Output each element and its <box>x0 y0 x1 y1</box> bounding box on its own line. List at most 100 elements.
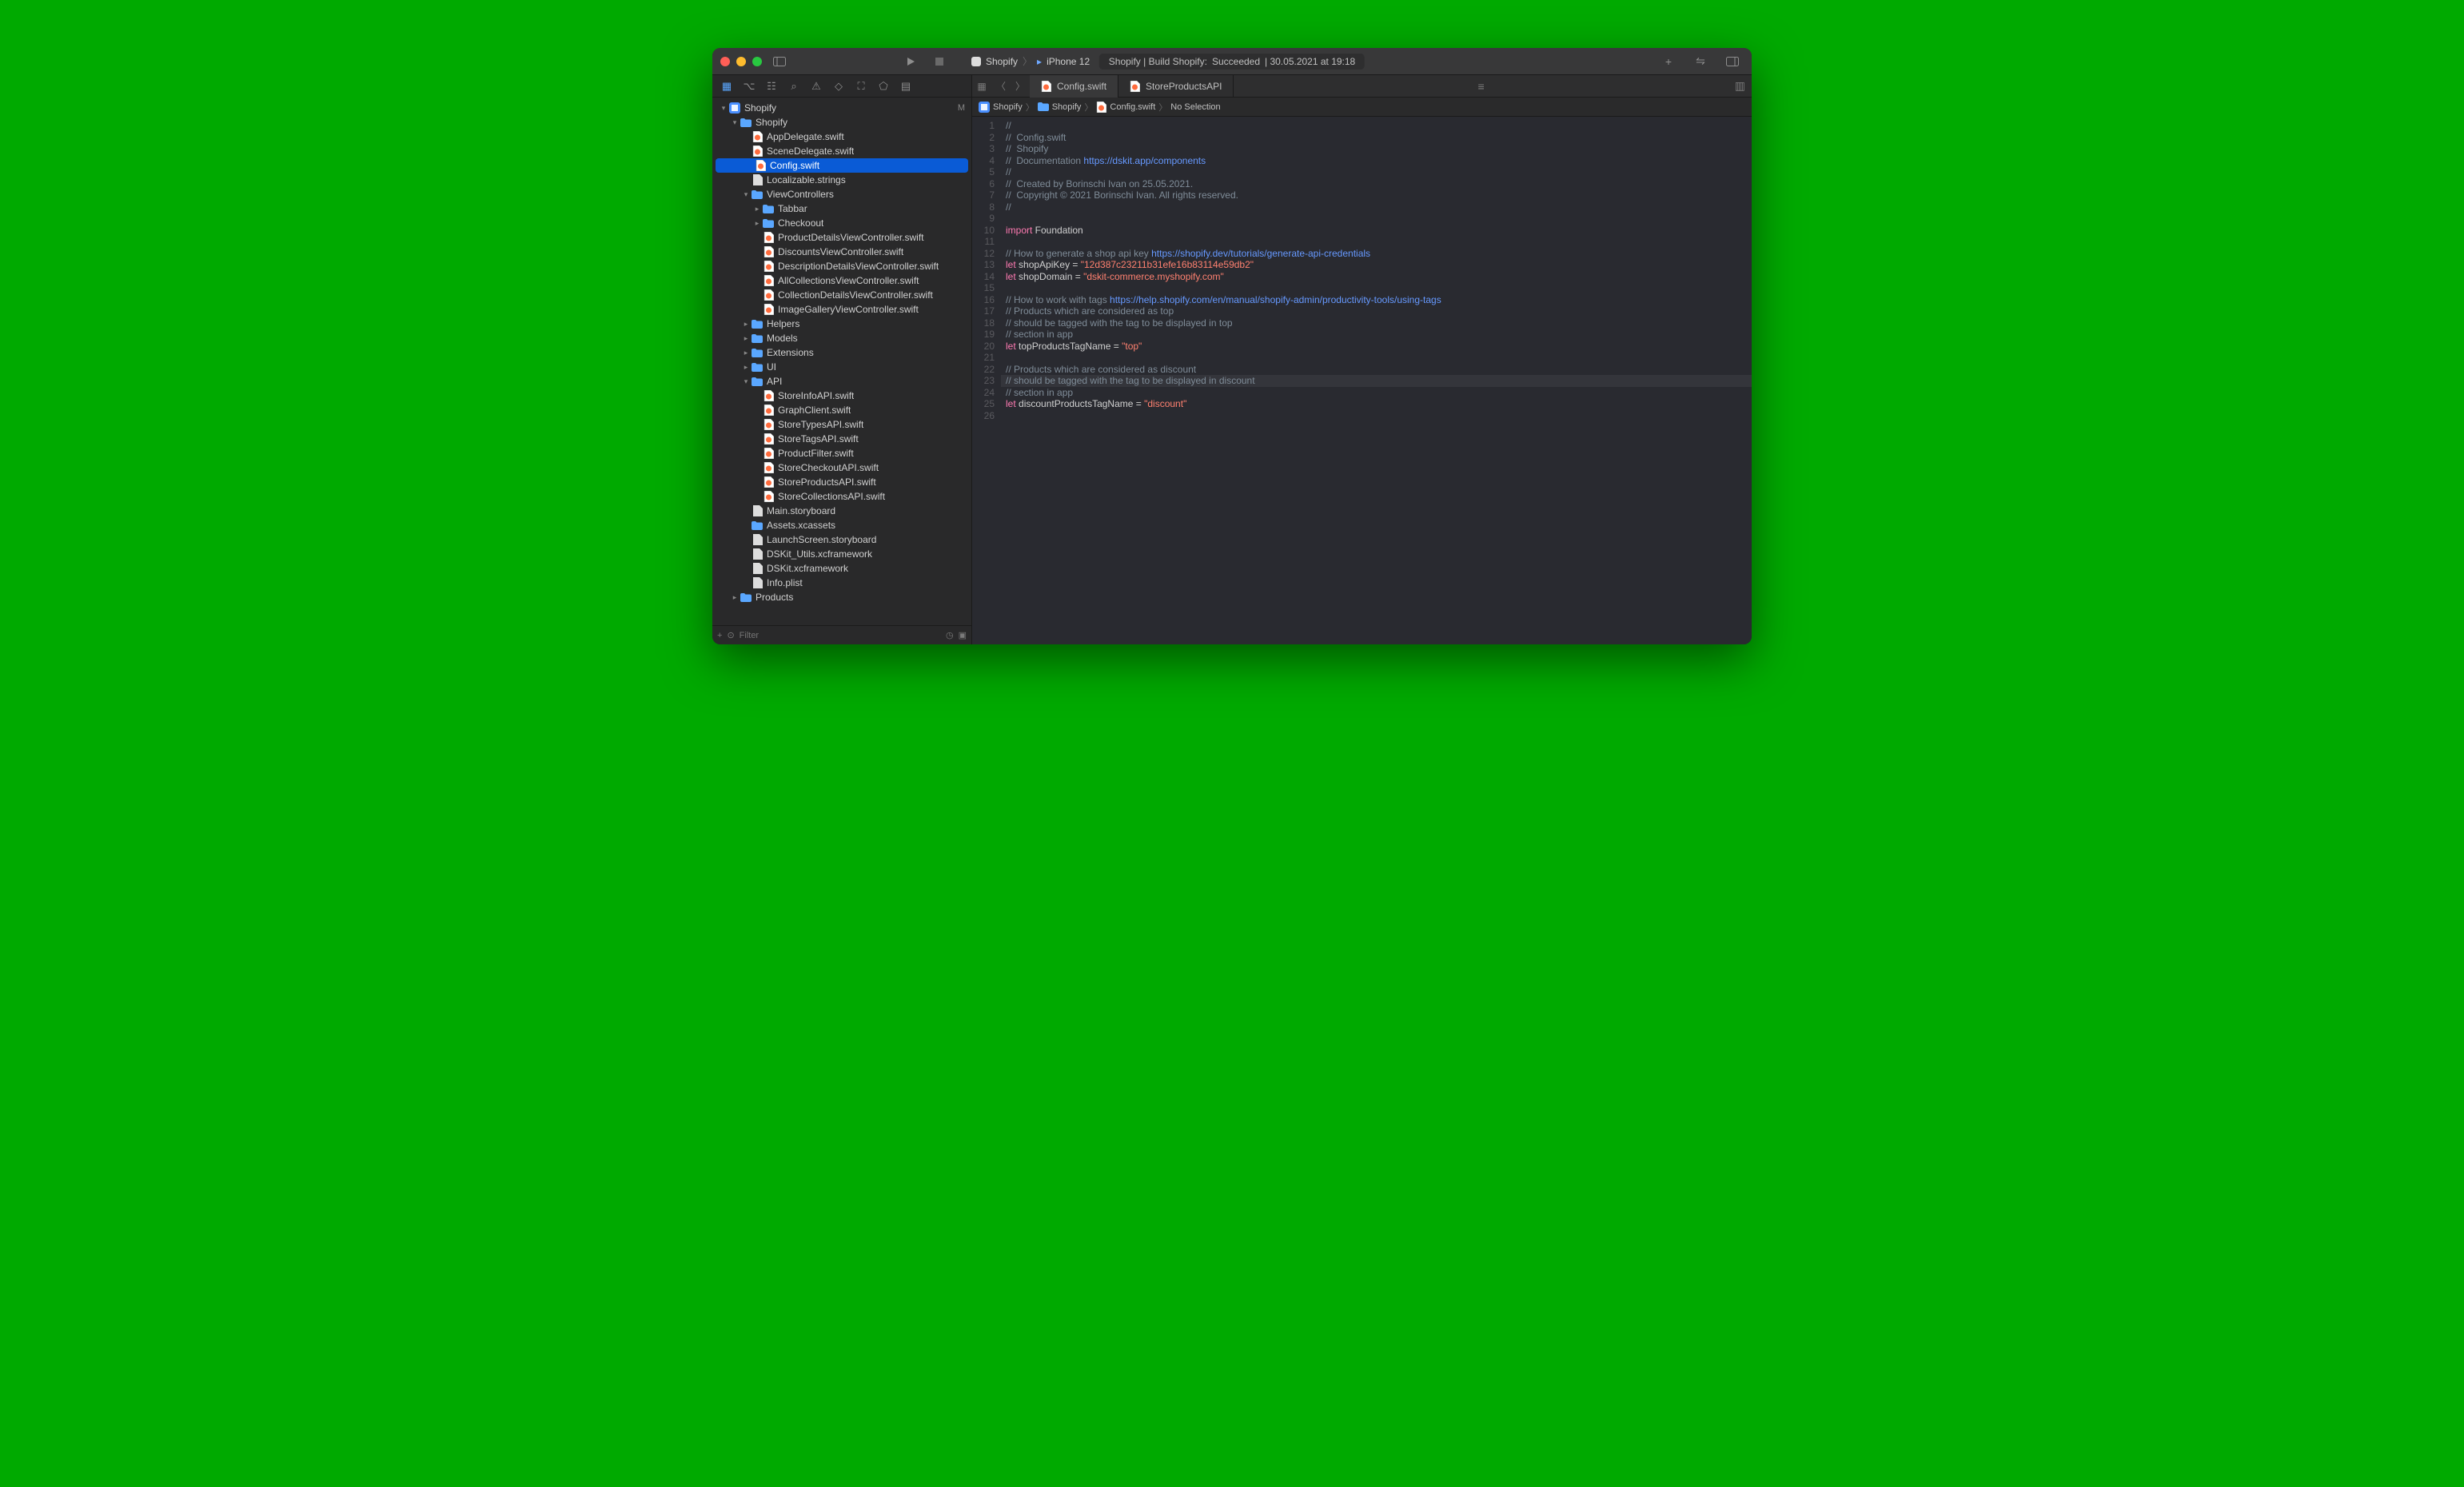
code-line[interactable]: let shopDomain = "dskit-commerce.myshopi… <box>1001 271 1752 283</box>
code-line[interactable]: // <box>1001 166 1752 178</box>
issue-navigator-icon[interactable]: ⚠ <box>810 80 823 93</box>
editor-tab[interactable]: Config.swift <box>1030 75 1118 98</box>
tree-row[interactable]: Main.storyboard <box>712 504 971 518</box>
code-review-icon[interactable]: ⇋ <box>1689 53 1712 70</box>
debug-navigator-icon[interactable]: ⛶ <box>855 80 867 93</box>
code-line[interactable]: // should be tagged with the tag to be d… <box>1001 375 1752 387</box>
tree-row[interactable]: StoreInfoAPI.swift <box>712 389 971 403</box>
disclosure-icon[interactable]: ▾ <box>741 377 751 386</box>
disclosure-icon[interactable]: ▸ <box>741 320 751 329</box>
disclosure-icon[interactable]: ▾ <box>719 104 728 113</box>
tree-row[interactable]: Localizable.strings <box>712 173 971 187</box>
code-line[interactable]: let discountProductsTagName = "discount" <box>1001 398 1752 410</box>
tree-row[interactable]: ▸Helpers <box>712 317 971 331</box>
filter-scope-icon[interactable]: ⊙ <box>727 630 734 640</box>
code-line[interactable] <box>1001 213 1752 225</box>
tree-row[interactable]: StoreTypesAPI.swift <box>712 417 971 432</box>
tree-row[interactable]: ▸Models <box>712 331 971 345</box>
activity-view[interactable]: Shopify | Build Shopify: Succeeded | 30.… <box>1099 54 1365 70</box>
test-navigator-icon[interactable]: ◇ <box>832 80 845 93</box>
code-line[interactable]: // How to generate a shop api key https:… <box>1001 248 1752 260</box>
tree-row[interactable]: StoreProductsAPI.swift <box>712 475 971 489</box>
toggle-left-sidebar-icon[interactable] <box>768 53 791 70</box>
code-line[interactable]: // How to work with tags https://help.sh… <box>1001 294 1752 306</box>
close-button[interactable] <box>720 57 730 66</box>
code-line[interactable]: // Products which are considered as disc… <box>1001 364 1752 376</box>
tree-row[interactable]: GraphClient.swift <box>712 403 971 417</box>
nav-forward-icon[interactable]: 〉 <box>1011 79 1030 93</box>
report-navigator-icon[interactable]: ▤ <box>899 80 912 93</box>
add-target-icon[interactable]: + <box>717 631 722 640</box>
scheme-selector[interactable]: Shopify 〉 ▸ iPhone 12 <box>971 54 1090 68</box>
code-line[interactable]: // Documentation https://dskit.app/compo… <box>1001 155 1752 167</box>
editor-tab[interactable]: StoreProductsAPI <box>1118 75 1234 98</box>
tree-row[interactable]: ImageGalleryViewController.swift <box>712 302 971 317</box>
tree-row[interactable]: ▾ViewControllers <box>712 187 971 201</box>
tree-row[interactable]: SceneDelegate.swift <box>712 144 971 158</box>
jump-bar[interactable]: Shopify〉Shopify〉Config.swift〉No Selectio… <box>972 98 1752 117</box>
tree-row[interactable]: ProductFilter.swift <box>712 446 971 460</box>
disclosure-icon[interactable]: ▸ <box>741 349 751 357</box>
tree-row[interactable]: ▾ShopifyM <box>712 101 971 115</box>
tree-row[interactable]: DescriptionDetailsViewController.swift <box>712 259 971 273</box>
recent-filter-icon[interactable]: ◷ <box>946 630 954 640</box>
tree-row[interactable]: ▾API <box>712 374 971 389</box>
code-line[interactable]: // Shopify <box>1001 143 1752 155</box>
toggle-right-sidebar-icon[interactable] <box>1721 53 1744 70</box>
code-line[interactable]: // Config.swift <box>1001 132 1752 144</box>
code-line[interactable]: // Created by Borinschi Ivan on 25.05.20… <box>1001 178 1752 190</box>
nav-back-icon[interactable]: 〈 <box>991 79 1011 93</box>
tree-row[interactable]: CollectionDetailsViewController.swift <box>712 288 971 302</box>
tree-row[interactable]: Assets.xcassets <box>712 518 971 532</box>
tree-row[interactable]: StoreCollectionsAPI.swift <box>712 489 971 504</box>
disclosure-icon[interactable]: ▾ <box>741 190 751 199</box>
code-line[interactable] <box>1001 410 1752 422</box>
tree-row[interactable]: AllCollectionsViewController.swift <box>712 273 971 288</box>
code-line[interactable]: // <box>1001 120 1752 132</box>
tree-row[interactable]: ▸Products <box>712 590 971 604</box>
code-line[interactable]: let shopApiKey = "12d387c23211b31efe16b8… <box>1001 259 1752 271</box>
tree-row[interactable]: ▸Extensions <box>712 345 971 360</box>
tree-row[interactable]: ▸Checkoout <box>712 216 971 230</box>
jumpbar-segment[interactable]: No Selection <box>1170 102 1220 112</box>
stop-button[interactable] <box>928 53 951 70</box>
code-line[interactable] <box>1001 236 1752 248</box>
disclosure-icon[interactable]: ▸ <box>741 334 751 343</box>
tree-row[interactable]: DiscountsViewController.swift <box>712 245 971 259</box>
code-line[interactable]: // Copyright © 2021 Borinschi Ivan. All … <box>1001 189 1752 201</box>
disclosure-icon[interactable]: ▸ <box>730 593 740 602</box>
tree-row[interactable]: ProductDetailsViewController.swift <box>712 230 971 245</box>
code-line[interactable]: // Products which are considered as top <box>1001 305 1752 317</box>
disclosure-icon[interactable]: ▸ <box>752 219 762 228</box>
tree-row[interactable]: StoreTagsAPI.swift <box>712 432 971 446</box>
jumpbar-segment[interactable]: Config.swift <box>1096 102 1155 113</box>
tree-row[interactable]: ▸UI <box>712 360 971 374</box>
tree-row[interactable]: ▾Shopify <box>712 115 971 130</box>
tree-row[interactable]: AppDelegate.swift <box>712 130 971 144</box>
code-line[interactable]: import Foundation <box>1001 225 1752 237</box>
filter-input[interactable] <box>740 631 941 640</box>
code-content[interactable]: //// Config.swift// Shopify// Documentat… <box>1001 117 1752 644</box>
code-line[interactable]: // section in app <box>1001 329 1752 341</box>
disclosure-icon[interactable]: ▸ <box>741 363 751 372</box>
code-line[interactable]: // should be tagged with the tag to be d… <box>1001 317 1752 329</box>
tree-row[interactable]: Info.plist <box>712 576 971 590</box>
minimize-button[interactable] <box>736 57 746 66</box>
editor-options-icon[interactable]: ≡ <box>1472 80 1491 93</box>
code-line[interactable] <box>1001 282 1752 294</box>
tree-row[interactable]: ▸Tabbar <box>712 201 971 216</box>
find-navigator-icon[interactable]: ⌕ <box>787 80 800 93</box>
disclosure-icon[interactable]: ▾ <box>730 118 740 127</box>
tree-row[interactable]: Config.swift <box>716 158 968 173</box>
symbol-navigator-icon[interactable]: ☷ <box>765 80 778 93</box>
add-editor-icon[interactable]: + <box>1657 53 1680 70</box>
tree-row[interactable]: DSKit_Utils.xcframework <box>712 547 971 561</box>
source-control-navigator-icon[interactable]: ⌥ <box>743 80 756 93</box>
tree-row[interactable]: StoreCheckoutAPI.swift <box>712 460 971 475</box>
scm-filter-icon[interactable]: ▣ <box>959 630 967 640</box>
jumpbar-segment[interactable]: Shopify <box>1038 102 1082 112</box>
run-button[interactable] <box>899 53 922 70</box>
source-editor[interactable]: 1234567891011121314151617181920212223242… <box>972 117 1752 644</box>
disclosure-icon[interactable]: ▸ <box>752 205 762 213</box>
code-line[interactable] <box>1001 352 1752 364</box>
